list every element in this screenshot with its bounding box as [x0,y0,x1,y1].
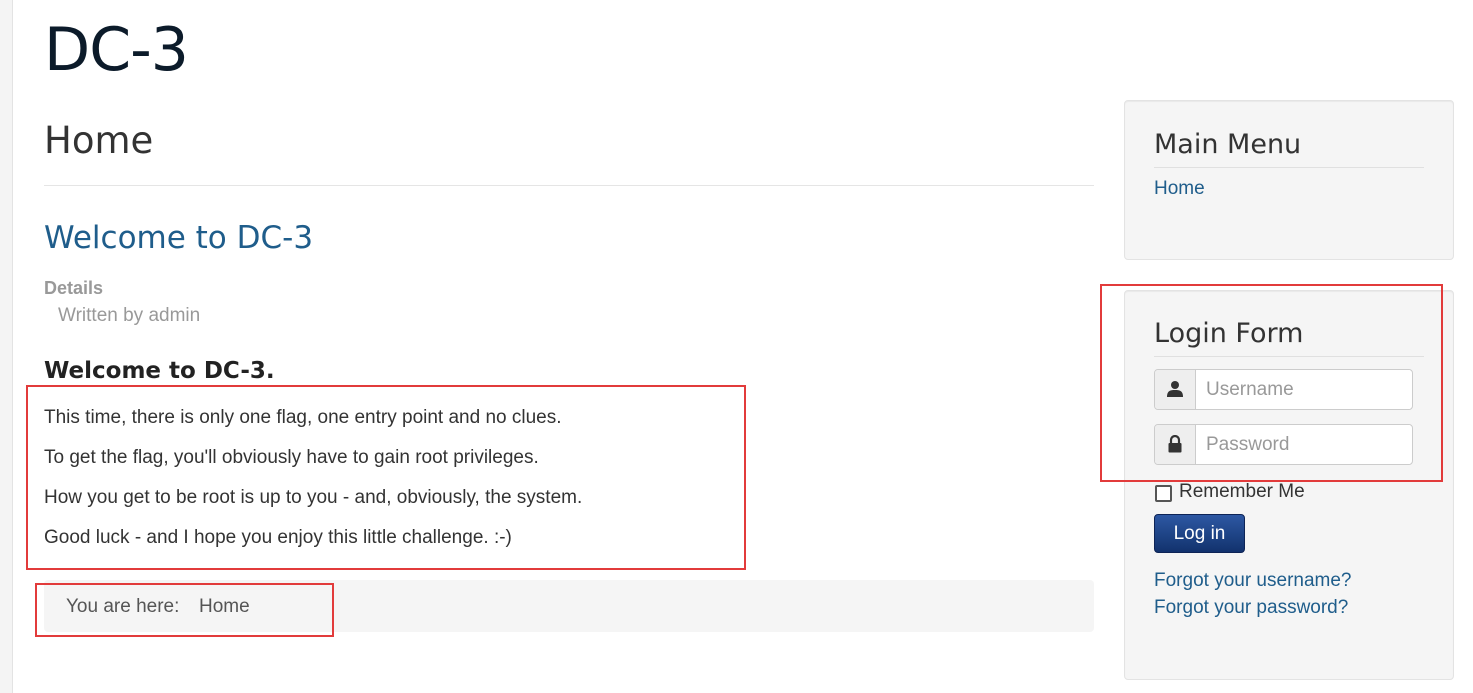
username-input[interactable] [1196,370,1410,409]
article-title-link[interactable]: Welcome to DC-3 [44,218,313,258]
forgot-username-link[interactable]: Forgot your username? [1154,570,1352,592]
article-author: Written by admin [58,305,201,326]
page-heading: Home [44,119,154,162]
breadcrumb-current: Home [199,596,250,617]
username-input-group [1154,369,1413,410]
heading-divider [44,185,1094,186]
password-input-group [1154,424,1413,465]
main-menu-item-home[interactable]: Home [1154,178,1205,200]
remember-me-label[interactable]: Remember Me [1179,481,1305,503]
article-paragraph: How you get to be root is up to you - an… [44,487,583,508]
user-icon [1155,370,1196,409]
article-paragraph: To get the flag, you'll obviously have t… [44,447,539,468]
lock-icon [1155,425,1196,464]
main-menu-title: Main Menu [1154,129,1302,160]
site-title[interactable]: DC-3 [44,12,189,88]
password-input[interactable] [1196,425,1410,464]
article-paragraph: This time, there is only one flag, one e… [44,407,562,428]
main-menu-divider [1154,167,1424,168]
login-form-divider [1154,356,1424,357]
article-paragraph: Good luck - and I hope you enjoy this li… [44,527,512,548]
article-details-label: Details [44,278,104,298]
article-subheading: Welcome to DC-3. [44,358,275,384]
breadcrumb-label: You are here: [66,596,180,617]
login-form-title: Login Form [1154,318,1304,349]
login-button[interactable]: Log in [1154,514,1245,553]
forgot-password-link[interactable]: Forgot your password? [1154,597,1348,619]
remember-me-checkbox[interactable] [1155,485,1172,502]
left-edge [0,0,13,693]
